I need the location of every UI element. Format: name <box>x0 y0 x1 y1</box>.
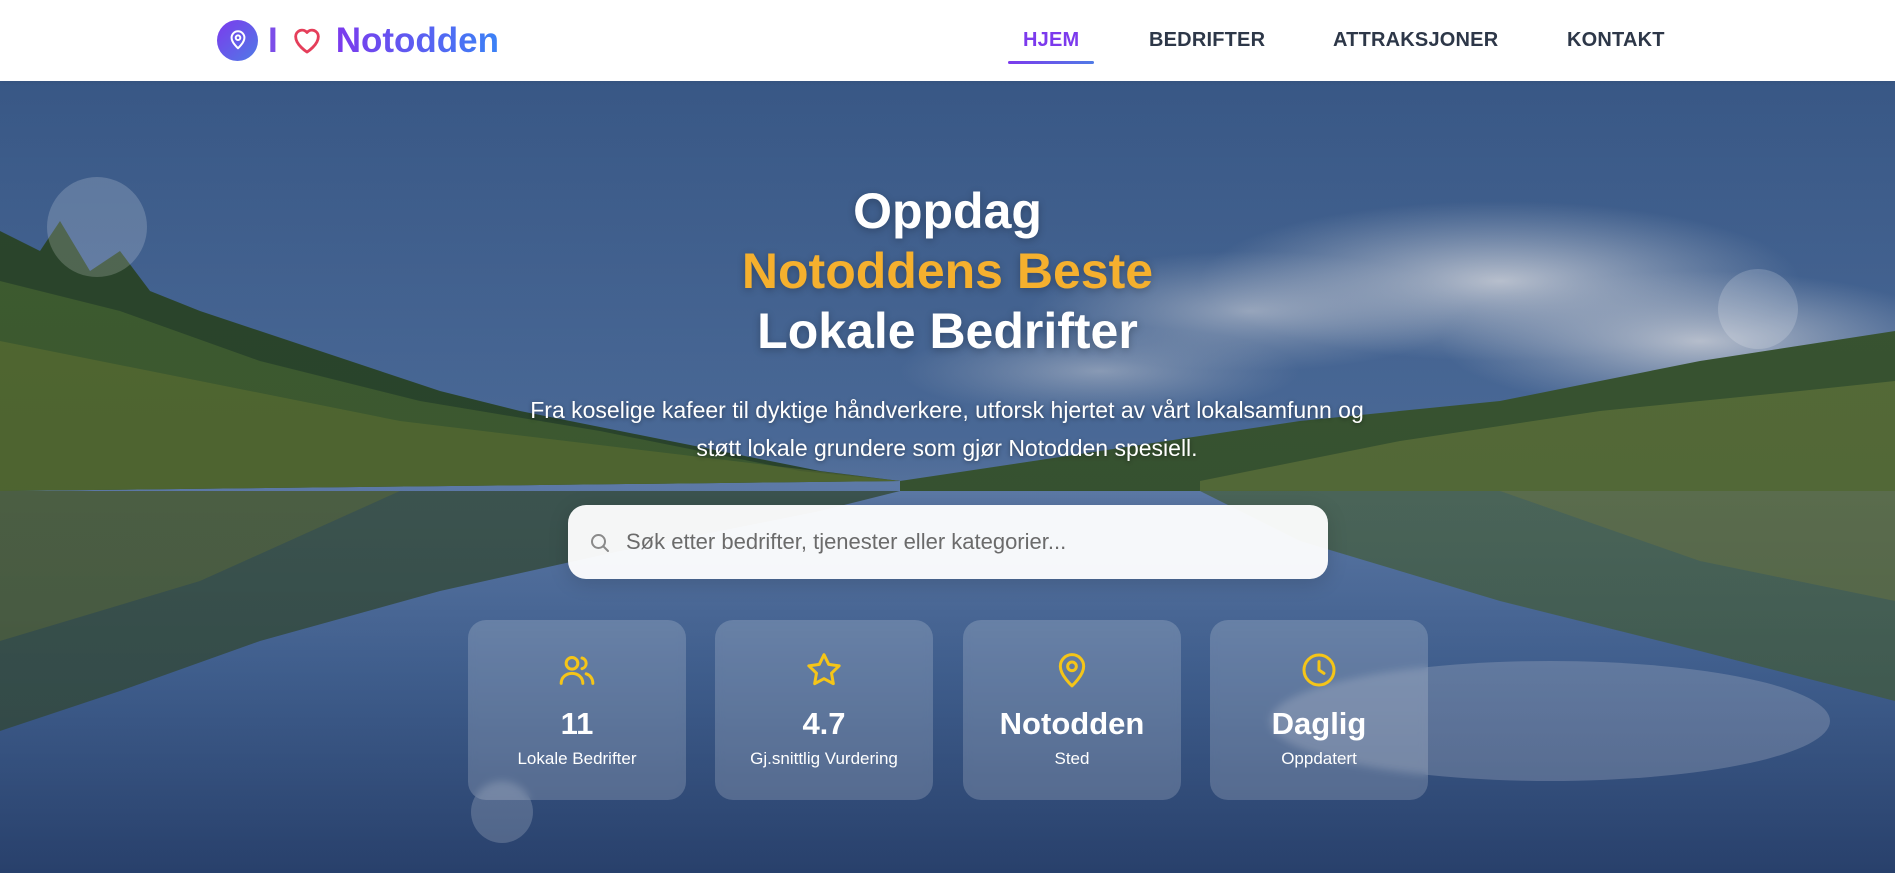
nav-item-bedrifter[interactable]: BEDRIFTER <box>1149 29 1265 52</box>
stat-card-updated: Daglig Oppdatert <box>1210 620 1428 800</box>
hero-subtitle-line1: Fra koselige kafeer til dyktige håndverk… <box>530 397 1364 423</box>
hero-title-line3: Lokale Bedrifter <box>757 303 1138 359</box>
brand-logo[interactable]: I Notodden <box>217 19 499 61</box>
map-pin-icon <box>963 650 1181 690</box>
stat-card-businesses: 11 Lokale Bedrifter <box>468 620 686 800</box>
stat-value: Daglig <box>1271 706 1367 741</box>
brand-name: Notodden <box>335 20 500 60</box>
stat-value: Notodden <box>999 706 1145 741</box>
nav-item-attraksjoner[interactable]: ATTRAKSJONER <box>1333 29 1498 52</box>
stat-value: 11 <box>560 706 594 741</box>
hero-subtitle-line2: støtt lokale grundere som gjør Notodden … <box>696 435 1198 461</box>
search-input[interactable] <box>626 505 1316 579</box>
navbar: I Notodden HJEM BEDRIFTER ATTRAKSJONER K… <box>0 0 1895 81</box>
stat-label: Gj.snittlig Vurdering <box>750 749 898 768</box>
stat-card-location: Notodden Sted <box>963 620 1181 800</box>
hero-title: Oppdag Notoddens Beste Lokale Bedrifter <box>0 181 1895 361</box>
stat-value: 4.7 <box>802 706 846 741</box>
hero-section: Oppdag Notoddens Beste Lokale Bedrifter … <box>0 81 1895 873</box>
nav-item-hjem[interactable]: HJEM <box>1023 29 1079 52</box>
hero-title-line1: Oppdag <box>853 183 1042 239</box>
clock-icon <box>1210 650 1428 690</box>
users-icon <box>468 650 686 690</box>
brand-prefix: I <box>268 20 278 60</box>
nav-item-kontakt[interactable]: KONTAKT <box>1567 29 1665 52</box>
hero-subtitle: Fra koselige kafeer til dyktige håndverk… <box>447 391 1447 467</box>
search-icon <box>588 531 612 555</box>
star-icon <box>715 650 933 690</box>
stat-card-rating: 4.7 Gj.snittlig Vurdering <box>715 620 933 800</box>
stat-label: Oppdatert <box>1281 749 1357 768</box>
heart-icon <box>288 22 326 58</box>
hero-title-line2: Notoddens Beste <box>741 243 1154 299</box>
map-pin-icon <box>217 19 258 61</box>
stat-label: Sted <box>1054 749 1090 768</box>
stat-label: Lokale Bedrifter <box>517 749 637 768</box>
active-nav-indicator <box>1008 61 1094 64</box>
search-bar <box>568 505 1328 579</box>
